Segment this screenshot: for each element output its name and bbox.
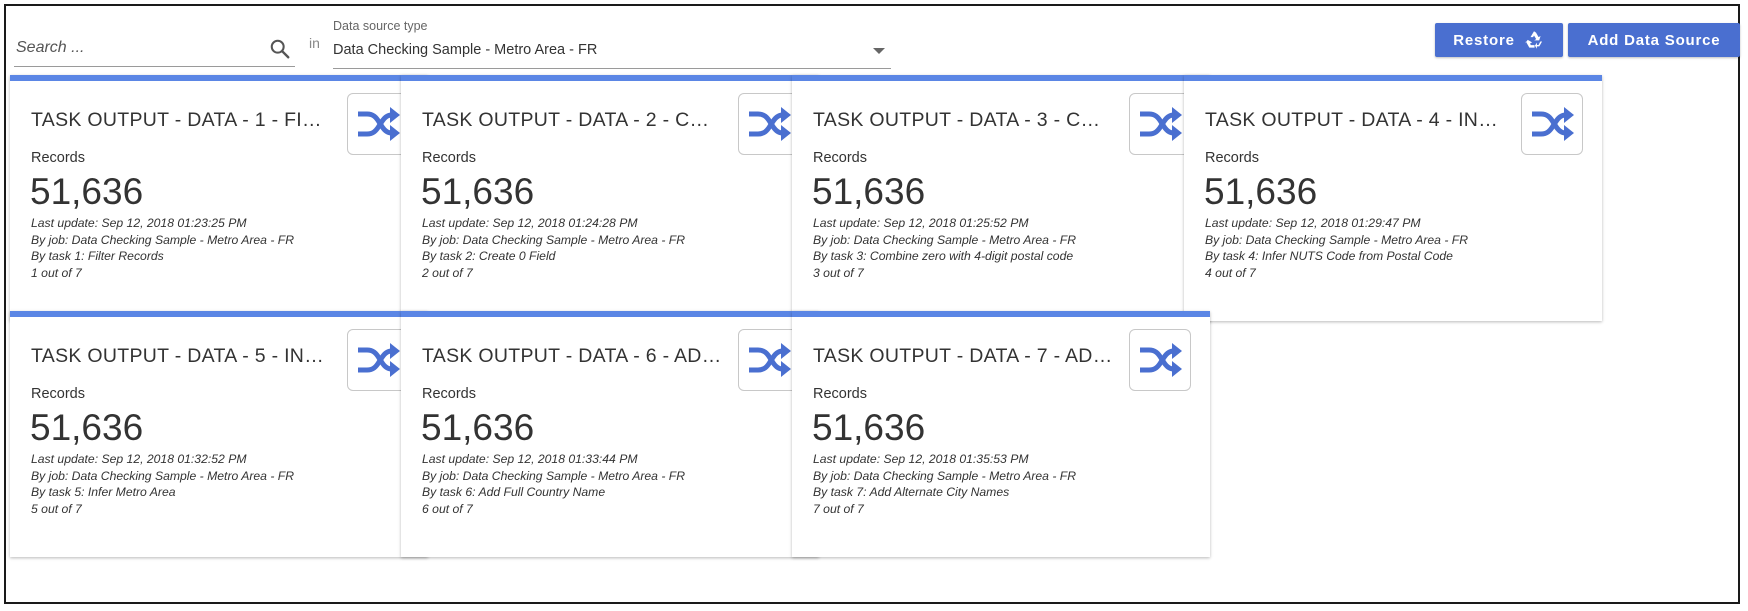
restore-label: Restore [1453, 31, 1515, 49]
records-label: Records [31, 150, 85, 166]
task-output-card[interactable]: TASK OUTPUT - DATA - 4 - INFER NUTS CODE… [1184, 75, 1602, 321]
records-count: 51,636 [30, 407, 144, 448]
records-count: 51,636 [421, 407, 535, 448]
task-position: 5 out of 7 [31, 502, 82, 516]
records-count: 51,636 [421, 171, 535, 212]
task-position: 7 out of 7 [813, 502, 864, 516]
task-output-card[interactable]: TASK OUTPUT - DATA - 6 - ADD FULL COUNTR… [401, 311, 819, 557]
task-output-card[interactable]: TASK OUTPUT - DATA - 2 - CREATE 0 FIELD R… [401, 75, 819, 321]
by-job: By job: Data Checking Sample - Metro Are… [1205, 233, 1469, 247]
task-output-card[interactable]: TASK OUTPUT - DATA - 7 - ADD ALTERNATE C… [792, 311, 1210, 557]
records-count: 51,636 [30, 171, 144, 212]
card-title[interactable]: TASK OUTPUT - DATA - 4 - INFER NUTS CODE… [1205, 109, 1505, 132]
card-title[interactable]: TASK OUTPUT - DATA - 3 - COMBINE ZERO WI… [813, 109, 1113, 132]
caret-down-icon[interactable] [873, 48, 885, 54]
page-frame: in Data source type Data Checking Sample… [4, 4, 1740, 604]
by-task: By task 7: Add Alternate City Names [813, 485, 1010, 499]
data-source-type-label: Data source type [333, 19, 428, 33]
shuffle-icon[interactable] [347, 93, 409, 155]
data-source-type-value: Data Checking Sample - Metro Area - FR [333, 42, 598, 58]
by-job: By job: Data Checking Sample - Metro Are… [31, 469, 295, 483]
by-job: By job: Data Checking Sample - Metro Are… [813, 469, 1077, 483]
task-position: 2 out of 7 [422, 266, 473, 280]
task-output-card[interactable]: TASK OUTPUT - DATA - 3 - COMBINE ZERO WI… [792, 75, 1210, 321]
shuffle-icon[interactable] [1521, 93, 1583, 155]
task-position: 1 out of 7 [31, 266, 82, 280]
add-data-source-button[interactable]: Add Data Source [1568, 23, 1740, 57]
task-output-card[interactable]: TASK OUTPUT - DATA - 1 - FILTER RECORDS R… [10, 75, 428, 321]
card-title[interactable]: TASK OUTPUT - DATA - 1 - FILTER RECORDS [31, 109, 331, 132]
task-position: 3 out of 7 [813, 266, 864, 280]
last-update: Last update: Sep 12, 2018 01:32:52 PM [31, 452, 247, 466]
card-title[interactable]: TASK OUTPUT - DATA - 6 - ADD FULL COUNTR… [422, 345, 722, 368]
in-label: in [309, 35, 320, 51]
records-label: Records [31, 386, 85, 402]
last-update: Last update: Sep 12, 2018 01:24:28 PM [422, 216, 638, 230]
by-job: By job: Data Checking Sample - Metro Are… [31, 233, 295, 247]
by-task: By task 5: Infer Metro Area [31, 485, 176, 499]
records-count: 51,636 [812, 171, 926, 212]
shuffle-icon[interactable] [1129, 93, 1191, 155]
task-output-card[interactable]: TASK OUTPUT - DATA - 5 - INFER METRO ARE… [10, 311, 428, 557]
by-job: By job: Data Checking Sample - Metro Are… [422, 233, 686, 247]
card-title[interactable]: TASK OUTPUT - DATA - 7 - ADD ALTERNATE C… [813, 345, 1113, 368]
by-task: By task 6: Add Full Country Name [422, 485, 606, 499]
task-position: 4 out of 7 [1205, 266, 1256, 280]
last-update: Last update: Sep 12, 2018 01:23:25 PM [31, 216, 247, 230]
shuffle-icon[interactable] [738, 93, 800, 155]
card-title[interactable]: TASK OUTPUT - DATA - 2 - CREATE 0 FIELD [422, 109, 722, 132]
by-task: By task 3: Combine zero with 4-digit pos… [813, 249, 1074, 263]
card-title[interactable]: TASK OUTPUT - DATA - 5 - INFER METRO ARE… [31, 345, 331, 368]
data-source-type-select[interactable]: Data Checking Sample - Metro Area - FR [333, 38, 891, 69]
search-box [14, 30, 295, 67]
records-label: Records [813, 386, 867, 402]
by-job: By job: Data Checking Sample - Metro Are… [813, 233, 1077, 247]
by-task: By task 2: Create 0 Field [422, 249, 556, 263]
task-position: 6 out of 7 [422, 502, 473, 516]
last-update: Last update: Sep 12, 2018 01:25:52 PM [813, 216, 1029, 230]
search-icon[interactable] [269, 38, 291, 60]
recycle-icon [1524, 31, 1542, 49]
records-count: 51,636 [812, 407, 926, 448]
by-task: By task 4: Infer NUTS Code from Postal C… [1205, 249, 1453, 263]
last-update: Last update: Sep 12, 2018 01:33:44 PM [422, 452, 638, 466]
records-label: Records [813, 150, 867, 166]
shuffle-icon[interactable] [347, 329, 409, 391]
search-input[interactable] [16, 36, 256, 60]
records-count: 51,636 [1204, 171, 1318, 212]
records-label: Records [1205, 150, 1259, 166]
records-label: Records [422, 150, 476, 166]
by-task: By task 1: Filter Records [31, 249, 164, 263]
restore-button[interactable]: Restore [1435, 23, 1563, 57]
last-update: Last update: Sep 12, 2018 01:29:47 PM [1205, 216, 1421, 230]
shuffle-icon[interactable] [1129, 329, 1191, 391]
records-label: Records [422, 386, 476, 402]
by-job: By job: Data Checking Sample - Metro Are… [422, 469, 686, 483]
last-update: Last update: Sep 12, 2018 01:35:53 PM [813, 452, 1029, 466]
shuffle-icon[interactable] [738, 329, 800, 391]
